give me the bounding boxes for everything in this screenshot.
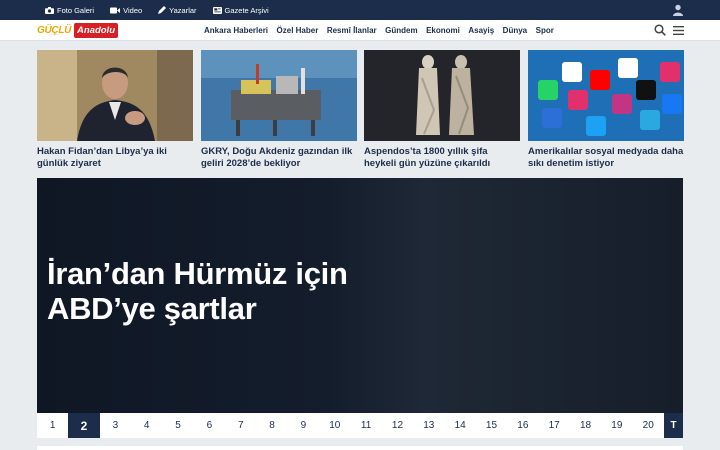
news-card[interactable]: Amerikalılar sosyal medyada daha sıkı de… (528, 50, 684, 170)
video-camera-icon (110, 7, 121, 13)
news-card-title: Hakan Fidan’dan Libya’ya iki günlük ziya… (37, 146, 167, 169)
menu-item-ekonomi[interactable]: Ekonomi (426, 26, 460, 35)
content-strip (37, 446, 683, 450)
newspaper-icon (212, 6, 222, 14)
page-7[interactable]: 7 (225, 413, 256, 438)
news-image-politician (37, 50, 193, 141)
page-10[interactable]: 10 (319, 413, 350, 438)
news-card-title: Amerikalılar sosyal medyada daha sıkı de… (528, 146, 684, 169)
newspaper-archive-label: Gazete Arşivi (224, 5, 269, 15)
page-19[interactable]: 19 (601, 413, 632, 438)
page-17[interactable]: 17 (539, 413, 570, 438)
headline-slider[interactable]: İran’dan Hürmüz için ABD’ye şartlar (37, 178, 683, 413)
photo-gallery-link[interactable]: Foto Galeri (45, 6, 94, 15)
menu-item-asayis[interactable]: Asayiş (468, 26, 494, 35)
social-media-illustration (528, 50, 684, 141)
news-image-statue (364, 50, 520, 141)
news-card[interactable]: Hakan Fidan’dan Libya’ya iki günlük ziya… (37, 50, 193, 170)
page-2-active[interactable]: 2 (68, 413, 100, 438)
page-4[interactable]: 4 (131, 413, 162, 438)
menu-icon[interactable] (673, 25, 684, 36)
photo-gallery-label: Foto Galeri (57, 5, 95, 15)
menu-item-ankara-haberleri[interactable]: Ankara Haberleri (204, 26, 268, 35)
authors-link[interactable]: Yazarlar (158, 5, 197, 15)
page-5[interactable]: 5 (162, 413, 193, 438)
top-links: Foto Galeri Video Yazarlar Gazete Arşivi (45, 0, 285, 20)
headline-pagination: 1 2 3 4 5 6 7 8 9 10 11 12 13 14 15 16 1… (37, 413, 683, 438)
politician-illustration (37, 50, 193, 141)
news-image-social-media (528, 50, 684, 141)
menu-item-spor[interactable]: Spor (536, 26, 554, 35)
video-label: Video (123, 5, 143, 15)
menu-item-resmi-ilanlar[interactable]: Resmî İlanlar (327, 26, 377, 35)
page-9[interactable]: 9 (288, 413, 319, 438)
page-16[interactable]: 16 (507, 413, 538, 438)
page-12[interactable]: 12 (382, 413, 413, 438)
user-icon[interactable] (672, 4, 684, 16)
news-image-gas-platform (201, 50, 357, 141)
category-menu: Ankara Haberleri Özel Haber Resmî İlanla… (204, 20, 562, 41)
main-nav: GÜÇLÜ Anadolu Ankara Haberleri Özel Habe… (0, 20, 720, 41)
page-8[interactable]: 8 (256, 413, 287, 438)
page-15[interactable]: 15 (476, 413, 507, 438)
gas-platform-illustration (201, 50, 357, 141)
news-card-title: Aspendos’ta 1800 yıllık şifa heykeli gün… (364, 146, 491, 169)
authors-label: Yazarlar (169, 5, 197, 15)
top-bar: Foto Galeri Video Yazarlar Gazete Arşivi (0, 0, 720, 20)
logo-text-part1: GÜÇLÜ (37, 25, 72, 36)
menu-item-dunya[interactable]: Dünya (503, 26, 527, 35)
page-11[interactable]: 11 (350, 413, 381, 438)
menu-item-ozel-haber[interactable]: Özel Haber (277, 26, 319, 35)
statue-illustration (364, 50, 520, 141)
camera-icon (45, 6, 54, 14)
menu-item-gundem[interactable]: Gündem (385, 26, 417, 35)
headline-title: İran’dan Hürmüz için ABD’ye şartlar (47, 256, 348, 326)
newspaper-archive-link[interactable]: Gazete Arşivi (212, 5, 269, 15)
page-1[interactable]: 1 (37, 413, 68, 438)
site-logo[interactable]: GÜÇLÜ Anadolu (37, 23, 118, 38)
video-link[interactable]: Video (110, 6, 142, 15)
page-13[interactable]: 13 (413, 413, 444, 438)
page-extra-t[interactable]: T (664, 413, 683, 438)
page-6[interactable]: 6 (194, 413, 225, 438)
page-14[interactable]: 14 (444, 413, 475, 438)
news-card[interactable]: Aspendos’ta 1800 yıllık şifa heykeli gün… (364, 50, 520, 170)
page-18[interactable]: 18 (570, 413, 601, 438)
search-icon[interactable] (654, 24, 666, 36)
page-3[interactable]: 3 (100, 413, 131, 438)
page-20[interactable]: 20 (633, 413, 664, 438)
logo-text-part2: Anadolu (74, 23, 118, 38)
news-card[interactable]: GKRY, Doğu Akdeniz gazından ilk geliri 2… (201, 50, 357, 170)
news-card-title: GKRY, Doğu Akdeniz gazından ilk geliri 2… (201, 146, 353, 169)
pen-icon (158, 6, 167, 14)
